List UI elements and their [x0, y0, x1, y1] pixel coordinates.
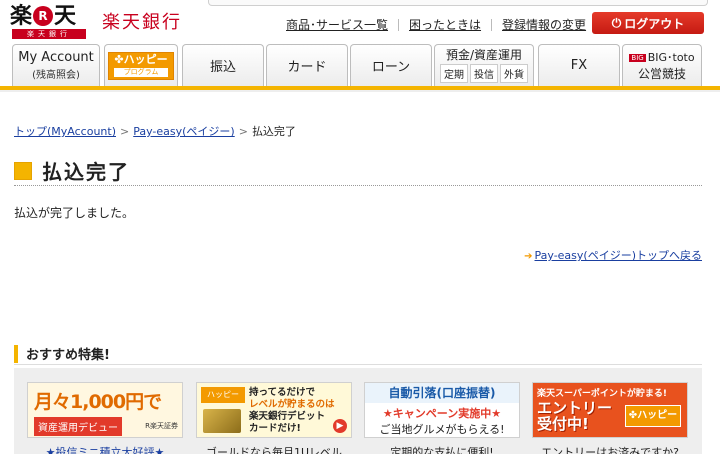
banner3-top: 自動引落(口座振替)	[365, 383, 519, 403]
subtab-fixed-deposit[interactable]: 定期	[440, 64, 468, 83]
power-icon: ⏻	[611, 15, 622, 30]
main-nav: My Account (残高照会) ✤ハッピー プログラム 振込 カード ローン…	[12, 44, 702, 86]
breadcrumb-payeasy[interactable]: Pay-easy(ペイジー)	[133, 125, 235, 138]
toto-logo-icon: BIG	[629, 54, 646, 62]
banner1-headline: 月々1,000円で	[34, 391, 162, 413]
tab-invest-title: 預金/資産運用	[445, 48, 523, 62]
rakuten-logo[interactable]: 楽 R 天 楽天銀行 楽天銀行	[10, 4, 180, 40]
logo-subtext: 楽天銀行	[12, 29, 86, 39]
title-square-icon	[14, 161, 32, 180]
breadcrumb: トップ(MyAccount) > Pay-easy(ペイジー) > 払込完了	[14, 123, 296, 139]
utility-links: 商品･サービス一覧 困ったときは 登録情報の変更	[286, 16, 586, 33]
banner3-bot: ご当地グルメがもらえる!	[379, 423, 505, 436]
tab-toto-sub: 公営競技	[637, 67, 686, 81]
breadcrumb-separator: >	[238, 125, 248, 138]
banner2-happy-badge: ハッピー	[201, 387, 245, 403]
logout-label: ログアウト	[624, 16, 685, 31]
logo-r-icon: R	[33, 6, 54, 26]
banner4-entry: エントリー 受付中!	[537, 399, 613, 433]
logo-mark: 楽 R 天	[10, 4, 76, 28]
tab-my-account-label: My Account	[18, 50, 94, 65]
banner2-text: 持ってるだけで レベルが貯まるのは 楽天銀行デビット カードだけ!	[249, 387, 335, 434]
page-title: 払込完了	[42, 160, 130, 184]
tab-my-account[interactable]: My Account (残高照会)	[12, 44, 100, 86]
util-link-help[interactable]: 困ったときは	[409, 16, 481, 33]
banner-fund-savings[interactable]: 月々1,000円で 資産運用デビュー R楽天証券	[27, 382, 183, 438]
tab-card[interactable]: カード	[266, 44, 348, 86]
arrow-circle-icon: ▶	[333, 419, 347, 433]
happy-program-badge: ✤ハッピー プログラム	[108, 51, 174, 80]
tab-fx-label: FX	[570, 58, 588, 73]
tab-transfer-label: 振込	[209, 60, 236, 75]
tab-toto-label: BIG BIG･toto	[629, 51, 695, 64]
banner4-happy-badge: ✤ハッピー	[625, 405, 681, 427]
breadcrumb-separator: >	[120, 125, 130, 138]
logo-kanji-ten: 天	[54, 3, 77, 29]
nav-gray-rule	[0, 90, 720, 92]
logo-kanji-raku: 楽	[10, 3, 33, 29]
arrow-right-icon: ➔	[524, 251, 533, 262]
banner-auto-debit[interactable]: 自動引落(口座振替) ★キャンペーン実施中★ ご当地グルメがもらえる!	[364, 382, 520, 438]
tab-happy-program[interactable]: ✤ハッピー プログラム	[104, 44, 178, 86]
page-title-row: 払込完了	[14, 156, 702, 186]
banner3-caption[interactable]: 定期的な支払に便利!	[362, 444, 522, 454]
subtab-foreign-currency[interactable]: 外貨	[500, 64, 528, 83]
banner1-caption[interactable]: ★投信ミニ積立大好評★	[25, 444, 185, 454]
banner-debit-card[interactable]: ハッピー 持ってるだけで レベルが貯まるのは 楽天銀行デビット カードだけ! ▶	[196, 382, 352, 438]
happy-label: ✤ハッピー	[114, 53, 168, 66]
banner-super-point[interactable]: 楽天スーパーポイントが貯まる! エントリー 受付中! ✤ハッピー	[532, 382, 688, 438]
recommended-header: おすすめ特集!	[14, 343, 702, 365]
back-link-row: ➔ Pay-easy(ペイジー)トップへ戻る	[524, 247, 702, 263]
breadcrumb-top[interactable]: トップ(MyAccount)	[14, 125, 116, 138]
banner3-mid: ★キャンペーン実施中★	[382, 407, 502, 420]
util-separator	[398, 18, 400, 31]
tab-loan[interactable]: ローン	[350, 44, 432, 86]
util-link-products[interactable]: 商品･サービス一覧	[286, 16, 388, 33]
invest-subtabs: 定期 投信 外貨	[440, 64, 528, 83]
banner1-brand: R楽天証券	[145, 422, 178, 430]
util-separator	[491, 18, 493, 31]
breadcrumb-current: 払込完了	[251, 125, 296, 138]
back-to-payeasy-link[interactable]: Pay-easy(ペイジー)トップへ戻る	[535, 249, 703, 262]
banner4-caption[interactable]: エントリーはお済みですか?	[530, 444, 690, 454]
tab-transfer[interactable]: 振込	[182, 44, 264, 86]
tab-fx[interactable]: FX	[538, 44, 620, 86]
recommended-bar	[14, 344, 18, 363]
subtab-mutual-fund[interactable]: 投信	[470, 64, 498, 83]
banner2-caption[interactable]: ゴールドなら毎月1Uレベル	[194, 444, 354, 454]
tab-big-toto[interactable]: BIG BIG･toto 公営競技	[622, 44, 702, 86]
top-search-bar	[208, 0, 708, 6]
banner1-tag: 資産運用デビュー	[34, 417, 122, 436]
completion-message: 払込が完了しました。	[14, 206, 135, 220]
logout-button[interactable]: ⏻ ログアウト	[592, 12, 704, 34]
tab-my-account-sub: (残高照会)	[32, 70, 80, 81]
tab-card-label: カード	[287, 60, 327, 75]
bank-name: 楽天銀行	[102, 12, 182, 33]
banner4-top: 楽天スーパーポイントが貯まる!	[537, 389, 668, 399]
recommended-title: おすすめ特集!	[26, 348, 110, 363]
happy-sub: プログラム	[114, 68, 168, 77]
tab-loan-label: ローン	[371, 60, 411, 75]
debit-card-icon	[203, 409, 241, 433]
util-link-settings[interactable]: 登録情報の変更	[502, 16, 586, 33]
tab-deposit-investment[interactable]: 預金/資産運用 定期 投信 外貨	[434, 44, 534, 86]
